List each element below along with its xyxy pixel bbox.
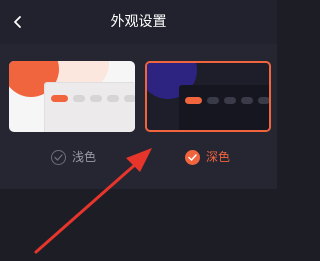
preview-dot [258, 97, 269, 104]
preview-pill [185, 97, 202, 104]
appearance-settings-screen: 外观设置 浅色 深色 [0, 0, 277, 261]
preview-dot [224, 97, 236, 104]
preview-card [179, 85, 269, 130]
preview-dot [207, 97, 219, 104]
dark-theme-preview[interactable] [145, 61, 271, 132]
radio-checked-icon[interactable] [185, 149, 200, 165]
preview-dot [124, 95, 135, 102]
light-theme-preview[interactable] [9, 61, 135, 132]
preview-dot [73, 95, 85, 102]
preview-card [45, 83, 135, 132]
light-theme-option[interactable]: 浅色 [51, 148, 96, 166]
dark-theme-label: 深色 [206, 150, 231, 164]
preview-dot [241, 97, 253, 104]
nav-header: 外观设置 [0, 0, 277, 44]
preview-pill [51, 95, 68, 102]
page-title: 外观设置 [110, 14, 167, 30]
radio-unchecked-icon[interactable] [51, 149, 66, 165]
preview-dot [90, 95, 102, 102]
dark-theme-option[interactable]: 深色 [185, 148, 230, 166]
preview-dot [107, 95, 119, 102]
light-theme-label: 浅色 [72, 150, 97, 164]
